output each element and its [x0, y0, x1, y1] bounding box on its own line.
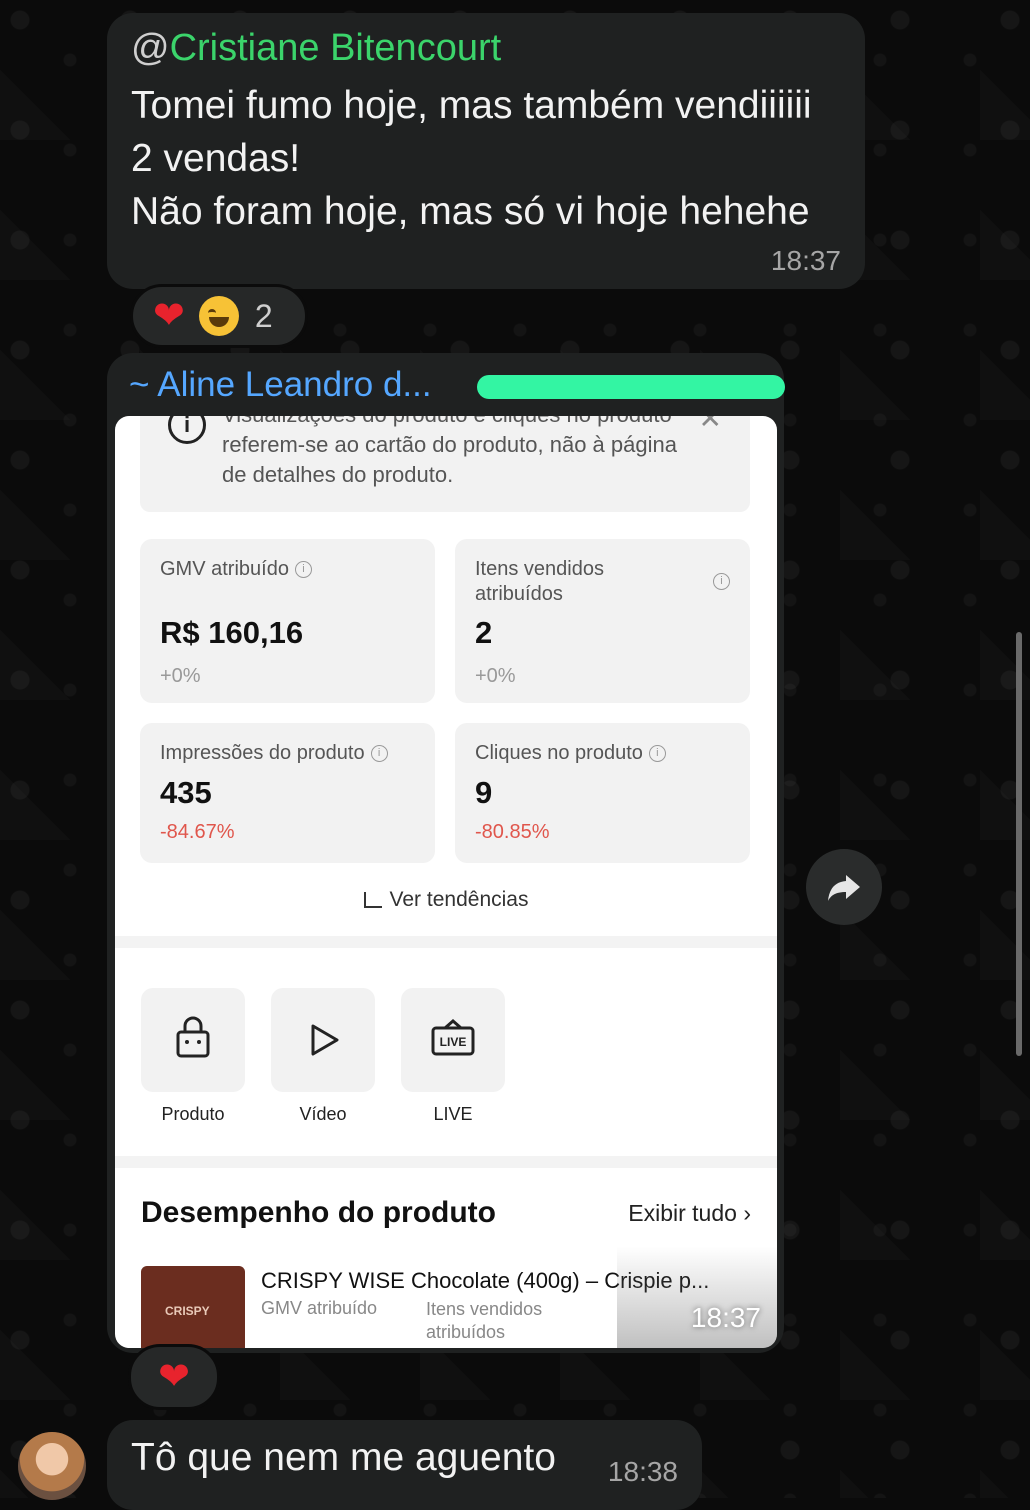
info-icon: i: [648, 745, 666, 763]
metric-card-impressions: Impressões do produto i 435 -84.67%: [140, 723, 435, 863]
metric-label: GMV atribuído i: [160, 557, 312, 582]
reaction-count: 2: [254, 297, 273, 334]
metric-card-items-sold: Itens vendidos atribuídos i 2 +0%: [455, 539, 750, 703]
message-bubble-cristiane[interactable]: @Cristiane Bitencourt Tomei fumo hoje, m…: [107, 13, 865, 289]
message-time: 18:37: [690, 1302, 761, 1333]
divider: [115, 1156, 777, 1168]
metric-card-clicks: Cliques no produto i 9 -80.85%: [455, 723, 750, 863]
metric-delta: +0%: [475, 665, 516, 687]
tile-label: LIVE: [433, 1104, 473, 1124]
product-column-label: GMV atribuído: [261, 1298, 378, 1318]
forward-icon: [828, 875, 860, 901]
svg-text:LIVE: LIVE: [440, 1035, 467, 1049]
message-text: Tô que nem me aguento: [131, 1436, 556, 1479]
metric-value: 2: [475, 615, 493, 650]
sender-name[interactable]: ~ Aline Leandro d...: [129, 365, 432, 405]
trend-icon: [363, 892, 382, 909]
metric-label: Itens vendidos atribuídos: [475, 558, 604, 605]
metric-label: Cliques no produto i: [475, 741, 666, 766]
metric-delta: -84.67%: [160, 821, 235, 843]
reactions-bar[interactable]: ❤: [128, 1344, 220, 1410]
message-bubble-aline[interactable]: ~ Aline Leandro d... i Visualizações do …: [107, 353, 785, 1353]
view-all-link: Exibir tudo ›: [628, 1200, 751, 1226]
info-notice: i Visualizações do produto e cliques no …: [140, 416, 750, 512]
product-thumbnail: CRISPY: [141, 1266, 245, 1348]
message-line: Não foram hoje, mas só vi hoje hehehe: [131, 190, 810, 233]
metric-card-gmv: GMV atribuído i R$ 160,16 +0%: [140, 539, 435, 703]
info-icon: i: [168, 416, 206, 444]
message-line: Tomei fumo hoje, mas também vendiiiiii: [131, 84, 812, 127]
close-icon: ✕: [698, 416, 722, 434]
tile-label: Produto: [161, 1104, 225, 1124]
tile-produto: [141, 988, 245, 1092]
tile-video: [271, 988, 375, 1092]
mention[interactable]: @Cristiane Bitencourt: [131, 27, 501, 70]
metric-label: Impressões do produto i: [160, 741, 388, 766]
tile-live: LIVE: [401, 988, 505, 1092]
message-bubble-reply[interactable]: Tô que nem me aguento 18:38: [107, 1420, 702, 1510]
notice-text: Visualizações do produto e cliques no pr…: [222, 416, 677, 487]
redaction-mark: [477, 375, 785, 399]
chevron-right-icon: ›: [743, 1200, 751, 1226]
info-icon: i: [294, 561, 312, 579]
metric-value: 9: [475, 775, 493, 810]
message-time: 18:37: [770, 245, 841, 276]
metric-value: R$ 160,16: [160, 615, 304, 650]
info-icon: i: [370, 745, 388, 763]
live-icon: LIVE: [431, 1019, 475, 1056]
divider: [115, 936, 777, 948]
product-brand: CRISPY: [165, 1304, 210, 1318]
forward-button[interactable]: [806, 849, 882, 925]
mention-name: Cristiane Bitencourt: [169, 27, 502, 69]
avatar[interactable]: [18, 1432, 86, 1500]
metric-value: 435: [160, 775, 212, 810]
product-column-label: Itens vendidos atribuídos: [426, 1299, 543, 1342]
message-line: 2 vendas!: [131, 137, 301, 180]
heart-icon: ❤: [158, 1356, 190, 1398]
metric-delta: -80.85%: [475, 821, 550, 843]
section-title: Desempenho do produto: [141, 1196, 496, 1229]
reactions-bar[interactable]: ❤ 2: [130, 284, 308, 348]
message-time: 18:38: [607, 1456, 678, 1487]
shared-screenshot[interactable]: i Visualizações do produto e cliques no …: [115, 416, 777, 1348]
tile-label: Vídeo: [299, 1104, 347, 1124]
mention-at: @: [131, 27, 170, 69]
shopping-bag-icon: [176, 1016, 210, 1058]
message-text: Tomei fumo hoje, mas também vendiiiiii 2…: [131, 79, 851, 238]
scrollbar[interactable]: [1016, 632, 1022, 1056]
laughing-emoji-icon: [198, 296, 239, 336]
heart-icon: ❤: [153, 295, 185, 337]
play-icon: [311, 1024, 339, 1056]
trends-link: Ver tendências: [115, 888, 777, 912]
metric-delta: +0%: [160, 665, 201, 687]
info-icon: i: [713, 573, 730, 590]
